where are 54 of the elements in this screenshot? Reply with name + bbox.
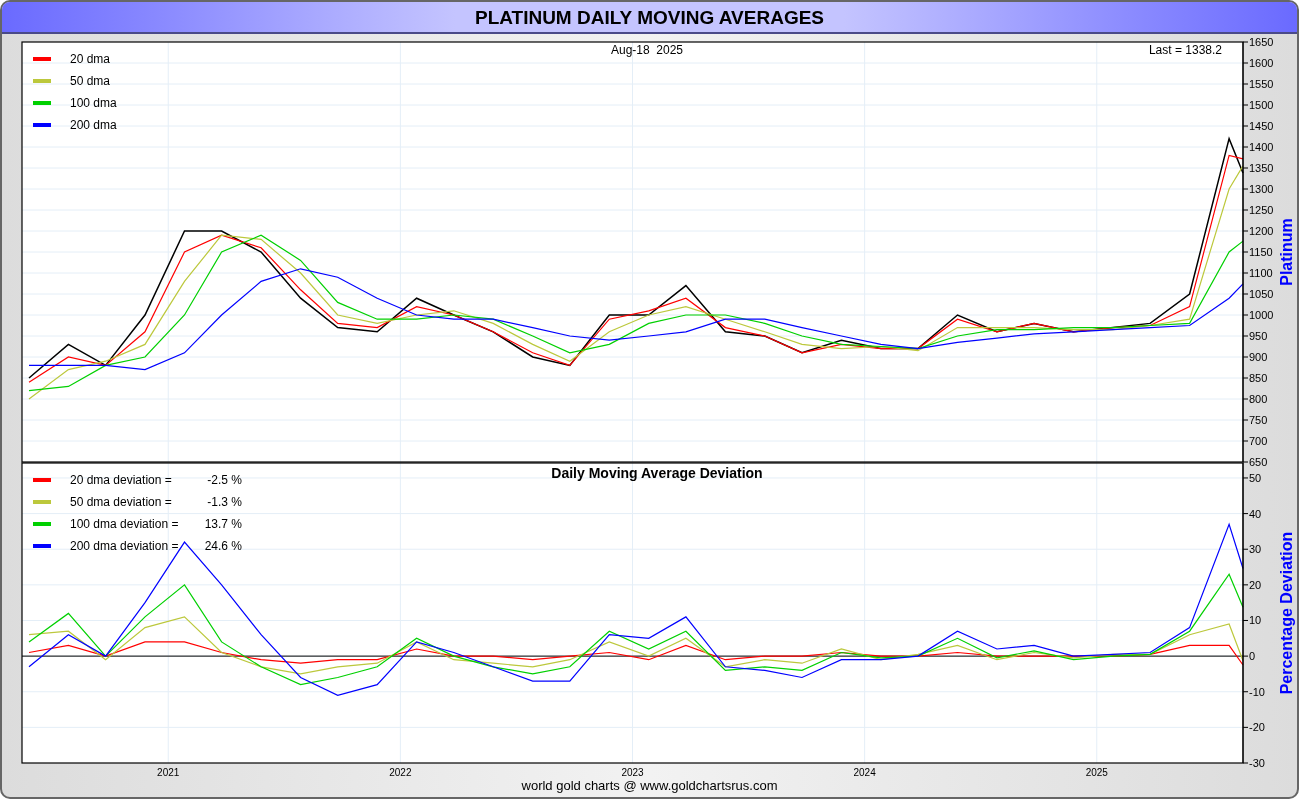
legend-label: 50 dma deviation = xyxy=(70,495,172,509)
legend-label: 50 dma xyxy=(70,74,111,88)
legend-label: 20 dma xyxy=(70,52,111,66)
y-tick-label: 1650 xyxy=(1249,36,1274,48)
y-tick-label: 700 xyxy=(1249,435,1268,447)
y-tick-label: -30 xyxy=(1249,757,1265,769)
x-tick-label: 2025 xyxy=(1085,767,1108,778)
legend-label: 200 dma deviation = xyxy=(70,539,179,553)
y-tick-label: -10 xyxy=(1249,685,1265,698)
legend-label: 100 dma deviation = xyxy=(70,517,179,531)
x-tick-label: 2024 xyxy=(853,767,876,778)
y-tick-label: 900 xyxy=(1249,351,1268,363)
legend-reading: 13.7 % xyxy=(204,517,242,531)
y-tick-label: 1250 xyxy=(1249,204,1274,216)
y-tick-label: 950 xyxy=(1249,330,1268,342)
y-tick-label: 1150 xyxy=(1249,246,1273,258)
chart-title: PLATINUM DAILY MOVING AVERAGES xyxy=(474,7,825,27)
y-tick-label: 50 xyxy=(1249,471,1262,484)
y-tick-label: 650 xyxy=(1249,456,1268,468)
y-tick-label: 1550 xyxy=(1249,78,1274,90)
y-tick-label: 0 xyxy=(1249,650,1256,663)
y-tick-label: 10 xyxy=(1249,614,1262,627)
y-tick-label: 1100 xyxy=(1249,267,1273,279)
y-tick-label: 1300 xyxy=(1249,183,1274,195)
x-tick-label: 2022 xyxy=(389,767,412,778)
x-tick-label: 2023 xyxy=(621,767,644,778)
legend-label: 100 dma xyxy=(70,96,117,110)
y-tick-label: 20 xyxy=(1249,578,1262,591)
legend-reading: 24.6 % xyxy=(204,539,242,553)
last-price-label: Last = 1338.2 xyxy=(1148,43,1222,57)
y-tick-label: 1050 xyxy=(1249,288,1274,300)
y-tick-label: 1200 xyxy=(1249,225,1274,237)
legend-reading: -2.5 % xyxy=(207,473,242,487)
y-tick-label: 1350 xyxy=(1249,162,1274,174)
legend-label: 200 dma xyxy=(70,118,117,132)
y-tick-label: 1450 xyxy=(1249,120,1274,132)
y-tick-label: 30 xyxy=(1249,543,1262,556)
y-tick-label: 1500 xyxy=(1249,99,1274,111)
date-label: Aug-18 2025 xyxy=(610,43,684,57)
legend-label: 20 dma deviation = xyxy=(70,473,172,487)
y-tick-label: 40 xyxy=(1249,507,1262,520)
y-axis-title: Percentage Deviation xyxy=(1278,531,1295,695)
y-tick-label: 800 xyxy=(1249,393,1268,405)
y-tick-label: 1000 xyxy=(1249,309,1274,321)
y-axis-title: Platinum xyxy=(1278,218,1295,286)
y-tick-label: 750 xyxy=(1249,414,1268,426)
legend-reading: -1.3 % xyxy=(207,495,242,509)
y-tick-label: -20 xyxy=(1249,721,1265,734)
y-tick-label: 1600 xyxy=(1249,57,1274,69)
y-tick-label: 850 xyxy=(1249,372,1268,384)
x-tick-label: 2021 xyxy=(157,767,180,778)
footer-credit: world gold charts @ www.goldchartsrus.com xyxy=(521,779,778,792)
y-tick-label: 1400 xyxy=(1249,141,1274,153)
panel-title: Daily Moving Average Deviation xyxy=(551,465,763,481)
